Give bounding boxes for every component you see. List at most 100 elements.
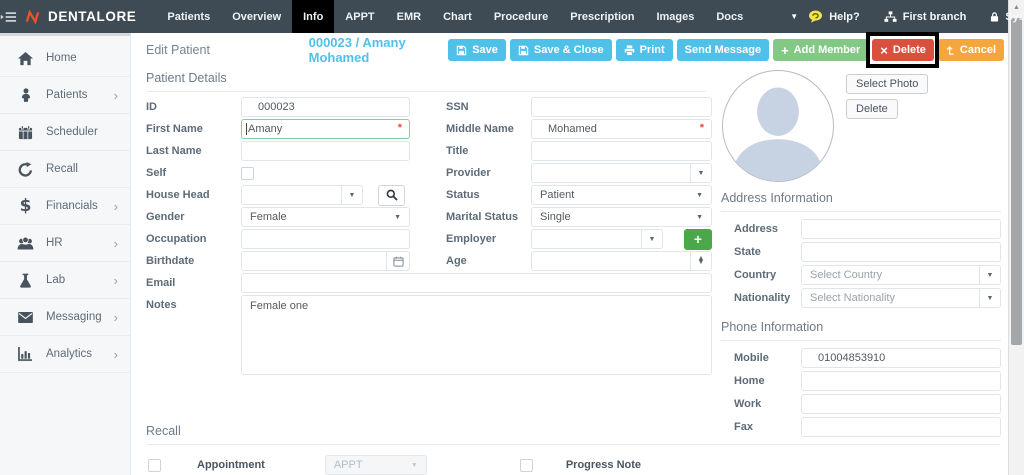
save-label: Save (472, 44, 498, 56)
occupation-field[interactable] (241, 229, 410, 249)
nav-tab-prescription[interactable]: Prescription (559, 0, 645, 33)
employer-select[interactable]: ▼ (531, 229, 663, 249)
save-button[interactable]: Save (448, 39, 506, 61)
lock-icon (990, 11, 999, 23)
notes-textarea[interactable]: Female one (241, 295, 712, 375)
nav-tab-docs[interactable]: Docs (705, 0, 754, 33)
patient-link[interactable]: 000023 / Amany Mohamed (309, 35, 449, 65)
field-label: First Name (146, 123, 241, 135)
home-phone-field[interactable] (801, 371, 1001, 391)
cancel-button[interactable]: Cancel (938, 39, 1004, 61)
user-menu[interactable]: System Administrator ▼ (990, 11, 1024, 23)
nav-tab-overview[interactable]: Overview (221, 0, 292, 33)
last-name-field[interactable] (241, 141, 410, 161)
chevron-down-icon[interactable]: ▼ (979, 288, 1001, 308)
nav-tab-appt[interactable]: APPT (334, 0, 385, 33)
chevron-down-icon: ▼ (394, 214, 401, 221)
marital-status-select[interactable]: Single▼ (531, 207, 712, 227)
field-label: Home (721, 375, 801, 387)
nationality-select[interactable]: Select Nationality ▼ (801, 288, 1001, 308)
nav-tab-chart[interactable]: Chart (432, 0, 483, 33)
phone-section-title: Phone Information (721, 320, 1001, 341)
sidebar-item-lab[interactable]: Lab › (0, 262, 130, 299)
id-field[interactable] (241, 97, 410, 117)
help-label: Help? (829, 11, 860, 23)
chevron-down-icon[interactable]: ▼ (979, 265, 1001, 285)
sidebar-item-hr[interactable]: HR › (0, 225, 130, 262)
help-button[interactable]: Help? (808, 10, 860, 23)
address-field[interactable] (801, 219, 1001, 239)
scrollbar-thumb[interactable] (1011, 18, 1022, 345)
status-select[interactable]: Patient▼ (531, 185, 712, 205)
field-label: Notes (146, 295, 241, 311)
chevron-down-icon[interactable]: ▼ (641, 229, 663, 249)
page-scrollbar[interactable]: ▲ (1008, 0, 1024, 475)
house-head-select[interactable]: ▼ (241, 185, 363, 205)
state-field[interactable] (801, 242, 1001, 262)
spinner-buttons[interactable]: ▲▼ (690, 251, 712, 271)
field-label: House Head (146, 189, 241, 201)
nav-tab-procedure[interactable]: Procedure (483, 0, 559, 33)
nav-tab-info[interactable]: Info (292, 0, 334, 33)
nav-tab-images[interactable]: Images (645, 0, 705, 33)
nav-tab-emr[interactable]: EMR (386, 0, 432, 33)
sidebar-item-patients[interactable]: Patients › (0, 77, 130, 114)
nav-tab-patients[interactable]: Patients (156, 0, 221, 33)
sidebar-item-label: Recall (46, 163, 118, 175)
recall-refresh-icon (15, 160, 36, 179)
select-photo-button[interactable]: Select Photo (846, 74, 928, 94)
print-icon (624, 45, 635, 56)
sidebar-item-financials[interactable]: $ Financials › (0, 188, 130, 225)
page-header: Edit Patient 000023 / Amany Mohamed Save… (146, 37, 1004, 63)
save-close-label: Save & Close (534, 44, 604, 56)
sidebar-item-messaging[interactable]: Messaging › (0, 299, 130, 336)
work-phone-field[interactable] (801, 394, 1001, 414)
appointment-checkbox[interactable] (148, 459, 161, 472)
dentalore-app: DENTALORE Patients Overview Info APPT EM… (0, 0, 1024, 475)
sidebar: Home Patients › Scheduler (0, 33, 131, 475)
email-field[interactable] (241, 273, 712, 293)
send-message-button[interactable]: Send Message (677, 39, 769, 61)
sidebar-item-home[interactable]: Home (0, 40, 130, 77)
delete-button-wrapper: × Delete (872, 39, 934, 61)
mobile-field[interactable] (801, 348, 1001, 368)
cancel-label: Cancel (960, 44, 996, 56)
sidebar-item-recall[interactable]: Recall (0, 151, 130, 188)
chevron-down-icon[interactable]: ▼ (690, 163, 712, 183)
house-head-search-button[interactable] (378, 185, 405, 206)
progress-note-label: Progress Note (566, 459, 641, 471)
plus-icon: + (694, 231, 702, 247)
birthdate-field[interactable] (241, 251, 410, 271)
nav-more-dropdown[interactable]: ▼ (780, 0, 808, 33)
middle-name-field[interactable] (531, 119, 712, 139)
delete-button[interactable]: × Delete (872, 39, 934, 61)
field-label: Occupation (146, 233, 241, 245)
brand-logo[interactable]: DENTALORE (17, 0, 156, 33)
patient-details-form: ID First Name Amany * Last Name Self Hou… (146, 97, 712, 375)
title-field[interactable] (531, 141, 712, 161)
add-member-button[interactable]: + Add Member (773, 39, 868, 61)
sidebar-item-analytics[interactable]: Analytics › (0, 336, 130, 373)
sidebar-item-scheduler[interactable]: Scheduler (0, 114, 130, 151)
add-employer-button[interactable]: + (684, 229, 712, 250)
country-select[interactable]: Select Country ▼ (801, 265, 1001, 285)
field-label: Title (446, 145, 531, 157)
age-spinner[interactable]: ▲▼ (531, 251, 712, 271)
calendar-button[interactable] (386, 251, 410, 271)
print-button[interactable]: Print (616, 39, 673, 61)
page-title: Edit Patient (146, 43, 309, 57)
gender-select[interactable]: Female▼ (241, 207, 410, 227)
self-checkbox[interactable] (241, 167, 254, 180)
chevron-down-icon[interactable]: ▼ (341, 185, 363, 205)
field-label: SSN (446, 101, 531, 113)
progress-note-checkbox[interactable] (520, 459, 533, 472)
provider-select[interactable]: ▼ (531, 163, 712, 183)
first-name-field[interactable]: Amany (241, 119, 410, 139)
sidebar-item-label: Financials (46, 200, 114, 212)
save-close-button[interactable]: Save & Close (510, 39, 612, 61)
ssn-field[interactable] (531, 97, 712, 117)
branch-selector[interactable]: First branch (884, 11, 967, 23)
sidebar-toggle-button[interactable] (0, 0, 17, 33)
appointment-type-select[interactable]: APPT ▼ (325, 455, 427, 475)
delete-photo-button[interactable]: Delete (846, 99, 898, 119)
